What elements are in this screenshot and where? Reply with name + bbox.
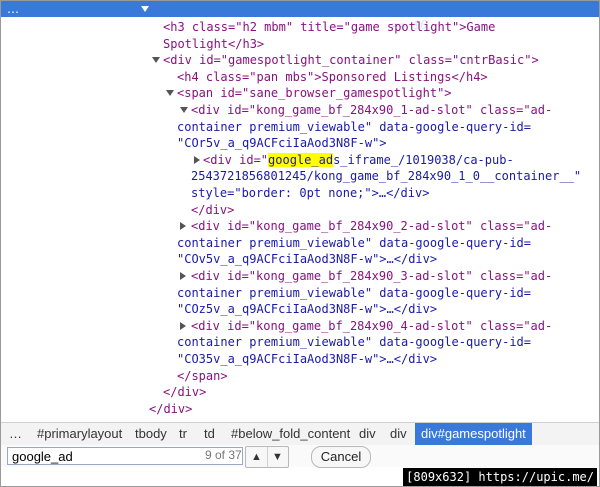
dom-line-text: </div>	[163, 385, 207, 400]
dom-line[interactable]: <div id="kong_game_bf_284x90_2-ad-slot" …	[191, 218, 599, 234]
row-ellipsis: ⋯	[7, 5, 19, 19]
dom-line[interactable]: <div id="google_ads_iframe_/1019038/ca-p…	[203, 152, 599, 168]
dom-line-text: <div id="gamespotlight_container" class=…	[163, 53, 539, 68]
dom-line-text: <div id="kong_game_bf_284x90_2-ad-slot" …	[191, 219, 553, 234]
breadcrumb-item[interactable]: #below_fold_content	[231, 423, 350, 445]
breadcrumb-item[interactable]: tbody	[135, 423, 167, 445]
collapsed-triangle-icon[interactable]	[180, 272, 186, 280]
dom-line-text: <div id="	[203, 152, 269, 167]
find-next-button[interactable]: ▼	[267, 447, 288, 467]
dom-line-text: 2543721856801245/kong_game_bf_284x90_1_0…	[191, 169, 582, 184]
dom-line[interactable]: </div>	[163, 384, 599, 400]
breadcrumb-active-item[interactable]: div#gamespotlight	[415, 423, 532, 445]
find-cancel-button[interactable]: Cancel	[311, 446, 371, 468]
dom-line[interactable]: <div id="kong_game_bf_284x90_3-ad-slot" …	[191, 268, 599, 284]
dom-line-text: <h3 class="h2 mbm" title="game spotlight…	[163, 20, 496, 34]
dom-line[interactable]: <h3 class="h2 mbm" title="game spotlight…	[163, 19, 599, 35]
dom-line[interactable]: container premium_viewable" data-google-…	[177, 119, 599, 135]
breadcrumb-item[interactable]: div	[359, 423, 376, 445]
find-previous-button[interactable]: ▲	[246, 447, 268, 467]
dom-line-text: style="border: 0pt none;">…</div>	[191, 186, 430, 200]
dom-line-text: s_iframe_/1019038/ca-pub-	[333, 152, 514, 167]
dom-line[interactable]: </span>	[177, 368, 599, 384]
dom-line-text: "CO35v_a_q9ACFciIaAod3N8F-w">…</div>	[177, 352, 438, 366]
selected-node-row[interactable]: ⋯ <div id="gamespotlight"> == $0	[1, 1, 599, 32]
devtools-elements-panel: ⋯ <div id="gamespotlight"> == $0 <h3 cla…	[0, 0, 600, 487]
dom-line[interactable]: </div>	[191, 202, 599, 218]
dom-line[interactable]: style="border: 0pt none;">…</div>	[191, 185, 599, 201]
dom-line-text: container premium_viewable" data-google-…	[177, 335, 532, 350]
dom-line-text: </div>	[191, 202, 235, 217]
dom-line-text: </div>	[149, 401, 193, 416]
dom-line-text: <div id="kong_game_bf_284x90_3-ad-slot" …	[191, 269, 553, 283]
dom-line-text: container premium_viewable" data-google-…	[177, 235, 532, 250]
dom-line[interactable]: <h4 class="pan mbs">Sponsored Listings</…	[177, 69, 599, 85]
find-navigation: ▲ ▼	[245, 446, 289, 468]
dom-line-text: </span>	[177, 368, 228, 383]
dom-line[interactable]: 2543721856801245/kong_game_bf_284x90_1_0…	[191, 168, 599, 184]
dom-line-text: container premium_viewable" data-google-…	[177, 285, 532, 300]
dom-line-text: <span id="sane_browser_gamespotlight">	[177, 86, 452, 101]
collapsed-triangle-icon[interactable]	[180, 321, 186, 330]
dom-line[interactable]: container premium_viewable" data-google-…	[177, 235, 599, 251]
breadcrumb-item[interactable]: td	[204, 423, 215, 445]
search-highlight: google_ad	[268, 152, 334, 167]
dom-line[interactable]: Spotlight</h3>	[163, 36, 599, 52]
dom-tree: ⋯ <div id="gamespotlight"> == $0 <h3 cla…	[1, 1, 599, 421]
breadcrumb-overflow[interactable]: …	[9, 423, 22, 445]
dom-line[interactable]: <div id="gamespotlight_container" class=…	[163, 52, 599, 68]
dom-line[interactable]: <div id="kong_game_bf_284x90_1-ad-slot" …	[191, 102, 599, 118]
expand-triangle-icon[interactable]	[166, 90, 174, 97]
collapsed-triangle-icon[interactable]	[180, 222, 186, 231]
breadcrumb-item[interactable]: tr	[179, 423, 187, 445]
dom-line[interactable]: <div id="kong_game_bf_284x90_4-ad-slot" …	[191, 318, 599, 334]
dom-line-text: <div id="kong_game_bf_284x90_4-ad-slot" …	[191, 318, 553, 333]
dom-line[interactable]: </div>	[149, 401, 599, 417]
breadcrumb-item[interactable]: div	[390, 423, 407, 445]
dom-line[interactable]: "COv5v_a_q9ACFciIaAod3N8F-w">…</div>	[177, 251, 599, 267]
dom-line-text: "COz5v_a_q9ACFciIaAod3N8F-w">…</div>	[177, 302, 438, 317]
dom-line[interactable]: container premium_viewable" data-google-…	[177, 285, 599, 301]
expand-triangle-icon[interactable]	[180, 107, 188, 113]
dom-line-text: container premium_viewable" data-google-…	[177, 119, 532, 134]
dom-line-text: "COr5v_a_q9ACFciIaAod3N8F-w">	[177, 136, 387, 151]
dom-line-text: Spotlight</h3>	[163, 36, 265, 51]
find-bar: google_ad 9 of 37 ▲ ▼ Cancel	[1, 445, 599, 468]
dom-line[interactable]: <span id="sane_browser_gamespotlight">	[177, 85, 599, 101]
collapsed-triangle-icon[interactable]	[194, 155, 200, 164]
watermark: [809x632] https://upic.me/	[403, 468, 597, 486]
expand-triangle-icon[interactable]	[141, 6, 149, 12]
dom-line[interactable]: "CO35v_a_q9ACFciIaAod3N8F-w">…</div>	[177, 351, 599, 367]
breadcrumb-item[interactable]: #primarylayout	[37, 423, 122, 445]
dom-line-text: "COv5v_a_q9ACFciIaAod3N8F-w">…</div>	[177, 252, 438, 267]
dom-line-text: <h4 class="pan mbs">Sponsored Listings</…	[177, 69, 488, 84]
dom-line[interactable]: "COr5v_a_q9ACFciIaAod3N8F-w">	[177, 135, 599, 151]
find-match-count: 9 of 37	[205, 448, 242, 462]
dom-line[interactable]: "COz5v_a_q9ACFciIaAod3N8F-w">…</div>	[177, 301, 599, 317]
dom-line[interactable]: container premium_viewable" data-google-…	[177, 334, 599, 350]
dom-line-text: <div id="kong_game_bf_284x90_1-ad-slot" …	[191, 103, 553, 117]
breadcrumb: … #primarylayout tbody tr td #below_fold…	[1, 422, 599, 446]
expand-triangle-icon[interactable]	[152, 57, 160, 64]
